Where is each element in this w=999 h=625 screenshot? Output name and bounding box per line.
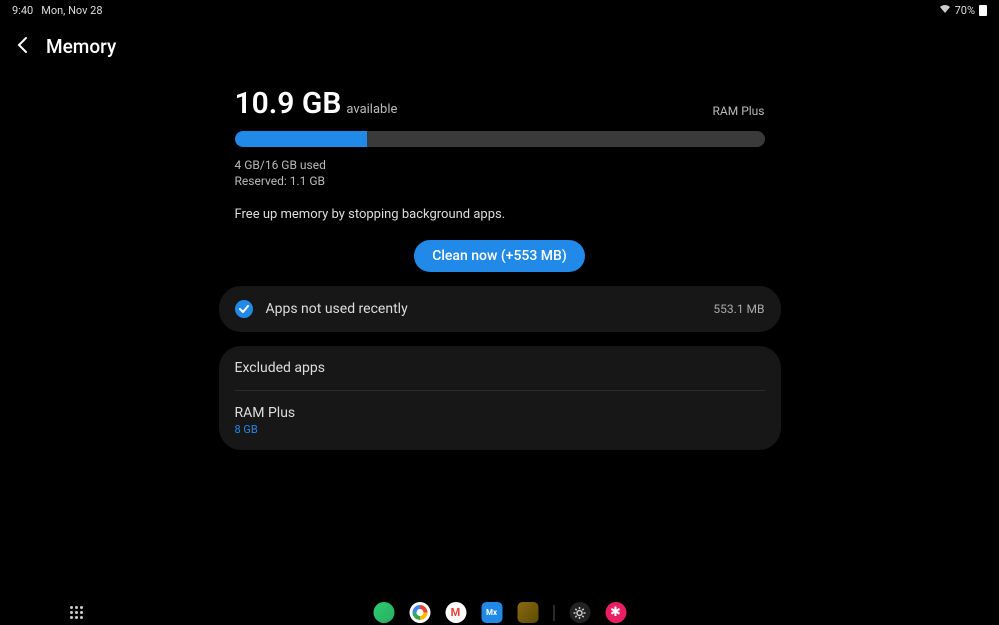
- check-circle-icon[interactable]: [235, 300, 253, 318]
- chrome-icon[interactable]: [409, 602, 430, 623]
- apps-drawer-icon[interactable]: [70, 606, 83, 619]
- apps-not-used-label: Apps not used recently: [266, 301, 701, 317]
- hint-text: Free up memory by stopping background ap…: [235, 207, 765, 222]
- status-time: 9:40: [12, 4, 33, 17]
- ram-plus-link[interactable]: RAM Plus: [713, 104, 765, 121]
- back-icon[interactable]: [16, 36, 30, 58]
- apps-not-used-size: 553.1 MB: [713, 302, 764, 316]
- gmail-icon[interactable]: M: [445, 602, 466, 623]
- status-bar: 9:40 Mon, Nov 28 70%: [0, 0, 999, 21]
- memory-progress-bar: [235, 131, 765, 147]
- settings-icon[interactable]: [569, 602, 590, 623]
- excluded-apps-item[interactable]: Excluded apps: [219, 346, 781, 390]
- page-title: Memory: [46, 35, 116, 58]
- usage-reserved: Reserved: 1.1 GB: [235, 173, 765, 189]
- ram-plus-item[interactable]: RAM Plus 8 GB: [219, 391, 781, 450]
- battery-icon: [979, 5, 987, 16]
- battery-percent: 70%: [955, 4, 975, 17]
- ram-plus-value: 8 GB: [235, 423, 765, 436]
- wifi-icon: [939, 4, 951, 17]
- app-icon-4[interactable]: Mx: [481, 602, 502, 623]
- usage-used: 4 GB/16 GB used: [235, 157, 765, 173]
- taskbar: M Mx ✱: [0, 606, 999, 619]
- app-icon-1[interactable]: [373, 602, 394, 623]
- memory-progress-fill: [235, 131, 368, 147]
- clean-now-button[interactable]: Clean now (+553 MB): [414, 240, 585, 272]
- app-icon-7[interactable]: ✱: [605, 602, 626, 623]
- app-icon-5[interactable]: [517, 602, 538, 623]
- excluded-apps-label: Excluded apps: [235, 360, 765, 376]
- apps-not-used-card[interactable]: Apps not used recently 553.1 MB: [219, 286, 781, 332]
- available-value: 10.9 GB: [235, 86, 342, 121]
- available-label: available: [346, 102, 397, 117]
- taskbar-divider: [553, 605, 554, 621]
- options-card: Excluded apps RAM Plus 8 GB: [219, 346, 781, 450]
- header: Memory: [0, 21, 999, 78]
- status-date: Mon, Nov 28: [41, 4, 102, 17]
- ram-plus-title: RAM Plus: [235, 405, 765, 421]
